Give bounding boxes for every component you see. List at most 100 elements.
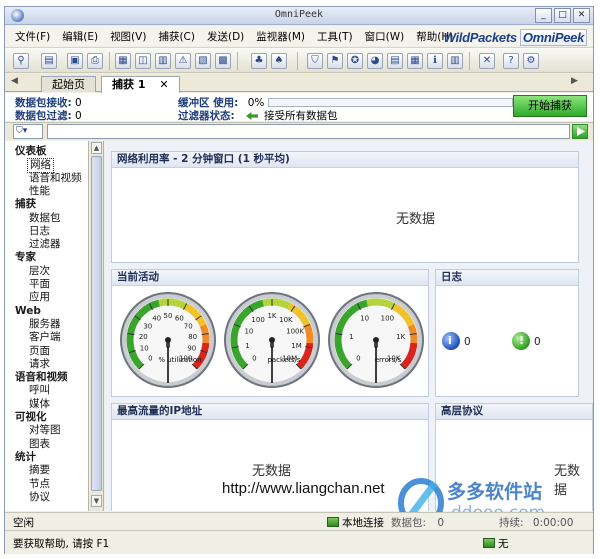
menu-item-5[interactable]: 监视器(M) xyxy=(256,29,305,44)
nav-item-4-0[interactable]: 呼叫 xyxy=(29,384,50,397)
nav-item-3-2[interactable]: 页面 xyxy=(29,345,50,358)
filter-icon[interactable]: ⛉ xyxy=(307,53,323,69)
open-folder-icon[interactable]: ▤ xyxy=(41,53,57,69)
nav-item-1-2[interactable]: 过滤器 xyxy=(29,238,61,251)
close-capture-icon[interactable]: ✕ xyxy=(479,53,495,69)
nav-item-1-1[interactable]: 日志 xyxy=(29,225,50,238)
utilization-panel: 网络利用率 - 2 分钟窗口 (1 秒平均) 无数据 xyxy=(111,151,579,263)
nav-item-6-1[interactable]: 节点 xyxy=(29,478,50,491)
gauge-band-3 xyxy=(303,324,314,344)
log-panel: 日志 i 0 ! 0 xyxy=(435,269,579,397)
toolbar-separator xyxy=(297,52,298,70)
nav-group-6[interactable]: 统计 xyxy=(15,451,36,464)
status-indicator-icon xyxy=(483,538,495,548)
tab-start-page[interactable]: 起始页 xyxy=(41,76,96,92)
gauge-tick-label: 70 xyxy=(184,322,193,330)
maximize-button[interactable]: □ xyxy=(554,8,571,23)
navigation-scrollbar[interactable]: ▲ ▼ xyxy=(90,141,104,511)
nav-group-3[interactable]: Web xyxy=(15,305,41,318)
nav-item-3-0[interactable]: 服务器 xyxy=(29,318,61,331)
gauge-hub xyxy=(269,337,275,343)
nav-item-2-0[interactable]: 层次 xyxy=(29,265,50,278)
scroll-thumb[interactable] xyxy=(91,156,102,491)
gauge-tick-label: 50 xyxy=(164,312,173,320)
toolbar-separator xyxy=(109,52,110,70)
connection-status: 本地连接 xyxy=(327,515,384,530)
menu-item-1[interactable]: 编辑(E) xyxy=(62,29,98,44)
help-icon[interactable]: ? xyxy=(503,53,519,69)
menu-item-3[interactable]: 捕获(C) xyxy=(158,29,195,44)
nav-item-5-0[interactable]: 对等图 xyxy=(29,424,61,437)
report-icon[interactable]: ▧ xyxy=(195,53,211,69)
settings-icon[interactable]: ⚙ xyxy=(523,53,539,69)
nav-item-5-1[interactable]: 图表 xyxy=(29,438,50,451)
toolbar-separator xyxy=(469,52,470,70)
menu-item-7[interactable]: 窗口(W) xyxy=(365,29,405,44)
start-capture-button[interactable]: 开始捕获 xyxy=(513,95,587,117)
nav-group-5[interactable]: 可视化 xyxy=(15,411,47,424)
capture-options-icon[interactable]: ▦ xyxy=(115,53,131,69)
table-icon[interactable]: ▦ xyxy=(407,53,423,69)
menu-item-4[interactable]: 发送(D) xyxy=(207,29,244,44)
toolbar: ⚲ ▤ ▣ ⎙ ▦ ◫ ▥ ⚠ ▧ ▩ ♣ ♠ ⛉ ⚑ ✪ ◕ ▤ ▦ ℹ ▥ … xyxy=(5,47,593,73)
window-controls: _ □ ✕ xyxy=(535,8,590,23)
gauge-tick-label: 60 xyxy=(175,315,184,323)
nav-group-2[interactable]: 专家 xyxy=(15,251,36,264)
top-ip-panel: 最高流量的IP地址 无数据 http://www.liangchan.net xyxy=(111,403,429,511)
nav-item-4-1[interactable]: 媒体 xyxy=(29,398,50,411)
menu-item-0[interactable]: 文件(F) xyxy=(15,29,50,44)
search-icon[interactable]: ⚲ xyxy=(13,53,29,69)
watermark-url: http://www.liangchan.net xyxy=(222,480,385,497)
scroll-up-icon[interactable]: ▲ xyxy=(91,142,102,154)
print-icon[interactable]: ⎙ xyxy=(87,53,103,69)
menu-item-6[interactable]: 工具(T) xyxy=(317,29,353,44)
save-icon[interactable]: ▣ xyxy=(67,53,83,69)
info-icon[interactable]: i xyxy=(442,332,460,350)
apply-filter-button[interactable] xyxy=(572,124,588,139)
nav-item-2-2[interactable]: 应用 xyxy=(29,291,50,304)
nav-item-6-0[interactable]: 摘要 xyxy=(29,464,50,477)
nav-group-4[interactable]: 语音和视频 xyxy=(15,371,68,384)
buffer-usage-bar xyxy=(268,98,513,107)
packets-gauge: 01101001K10K100K1M10M0packets/s xyxy=(224,292,320,388)
scroll-down-icon[interactable]: ▼ xyxy=(91,495,102,507)
statistics-icon[interactable]: ▤ xyxy=(387,53,403,69)
nav-group-0[interactable]: 仪表板 xyxy=(15,145,47,158)
nav-item-3-3[interactable]: 请求 xyxy=(29,358,50,371)
info-icon[interactable]: ℹ xyxy=(427,53,443,69)
toolbar-separator xyxy=(237,52,238,70)
tab-capture-1[interactable]: 捕获 1 ✕ xyxy=(101,76,180,93)
gauge-tick-label: 0 xyxy=(252,355,256,363)
adapter-icon[interactable]: ♠ xyxy=(271,53,287,69)
close-button[interactable]: ✕ xyxy=(573,8,590,23)
pie-chart-icon[interactable]: ◕ xyxy=(367,53,383,69)
graph-icon[interactable]: ▥ xyxy=(447,53,463,69)
gauge-tick-label: 1K xyxy=(267,312,276,320)
filter-input[interactable] xyxy=(47,124,570,139)
network-icon[interactable]: ♣ xyxy=(251,53,267,69)
gauge-tick-label: 1 xyxy=(349,333,353,341)
nav-item-6-2[interactable]: 协议 xyxy=(29,491,50,504)
monitor-icon[interactable]: ◫ xyxy=(135,53,151,69)
filter-type-dropdown[interactable]: ⛉▾ xyxy=(13,124,43,139)
nav-item-2-1[interactable]: 平面 xyxy=(29,278,50,291)
gauge-tick-label: 10 xyxy=(140,345,149,353)
tab-close-icon[interactable]: ✕ xyxy=(159,78,168,91)
nav-item-1-0[interactable]: 数据包 xyxy=(29,212,61,225)
tab-scroll-right-icon[interactable]: ▶ xyxy=(571,76,578,86)
tab-scroll-left-icon[interactable]: ◀ xyxy=(11,76,18,86)
ok-icon[interactable]: ! xyxy=(512,332,530,350)
peer-map-icon[interactable]: ✪ xyxy=(347,53,363,69)
menu-item-2[interactable]: 视图(V) xyxy=(110,29,146,44)
minimize-button[interactable]: _ xyxy=(535,8,552,23)
nav-item-0-1[interactable]: 语音和视频 xyxy=(29,172,82,185)
log-icon[interactable]: ▥ xyxy=(155,53,171,69)
nav-group-1[interactable]: 捕获 xyxy=(15,198,36,211)
nav-item-0-2[interactable]: 性能 xyxy=(29,185,50,198)
gauge-tick-label: 10K xyxy=(279,316,293,324)
node-icon[interactable]: ⚑ xyxy=(327,53,343,69)
filter-arrow-icon xyxy=(246,112,259,120)
alert-icon[interactable]: ⚠ xyxy=(175,53,191,69)
nav-item-3-1[interactable]: 客户端 xyxy=(29,331,61,344)
chart-icon[interactable]: ▩ xyxy=(215,53,231,69)
